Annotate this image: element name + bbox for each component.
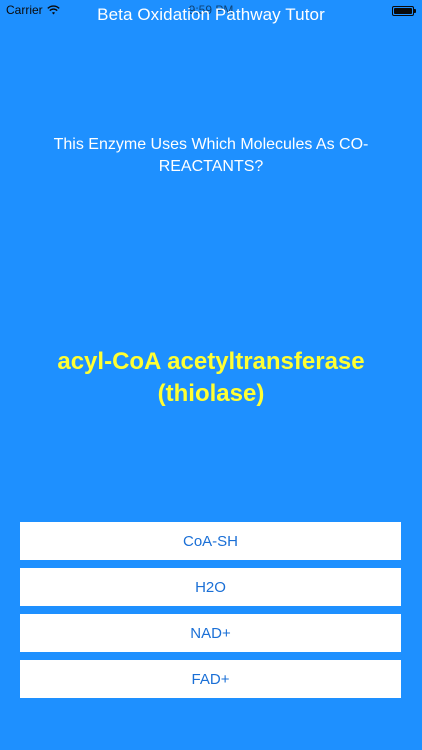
question-text: This Enzyme Uses Which Molecules As CO-R… — [53, 136, 369, 175]
answer-list: CoA-SH H2O NAD+ FAD+ — [20, 522, 401, 706]
answer-button-nad[interactable]: NAD+ — [20, 614, 401, 652]
enzyme-name: acyl-CoA acetyltransferase (thiolase) — [57, 348, 365, 407]
nav-title: Beta Oxidation Pathway Tutor — [97, 5, 325, 24]
answer-button-coa-sh[interactable]: CoA-SH — [20, 522, 401, 560]
answer-button-fad[interactable]: FAD+ — [20, 660, 401, 698]
status-bar: Carrier 9:59 PM Beta Oxidation Pathway T… — [0, 0, 422, 31]
answer-button-h2o[interactable]: H2O — [20, 568, 401, 606]
